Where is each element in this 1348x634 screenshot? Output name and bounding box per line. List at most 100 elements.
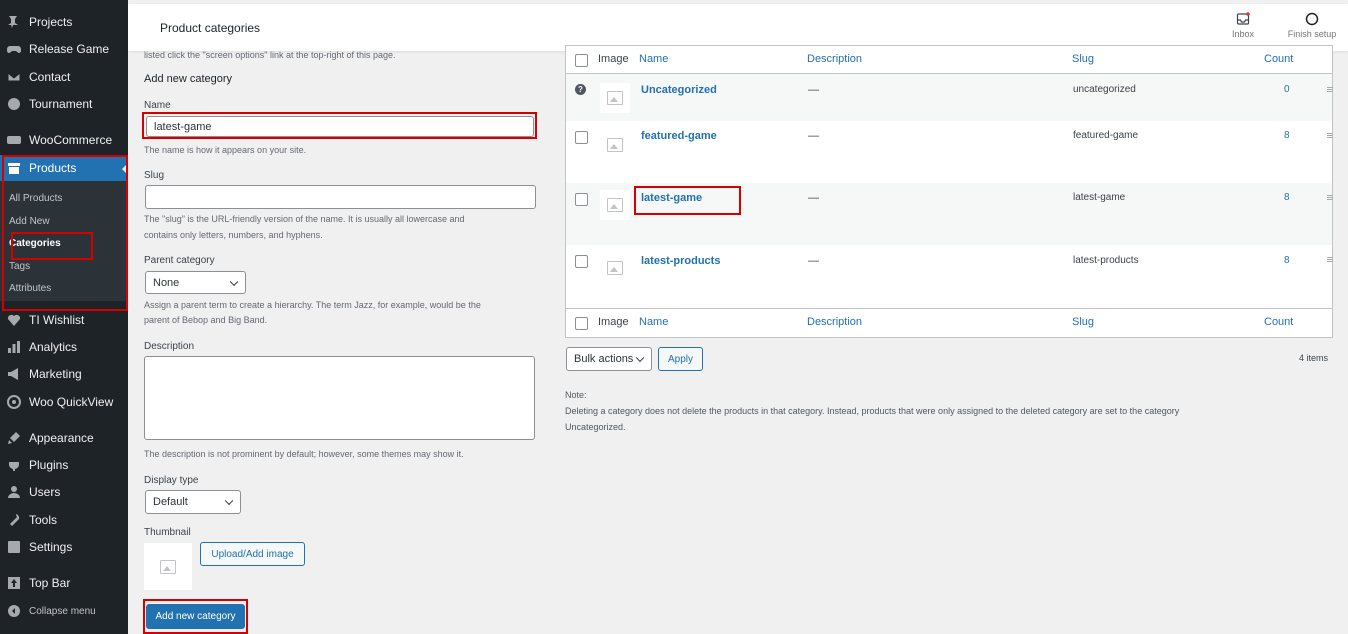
- drag-handle-icon[interactable]: [1327, 257, 1333, 262]
- table-row: ? Uncategorized — uncategorized 0: [566, 74, 1332, 121]
- parent-hint-2: parent of Bebop and Big Band.: [144, 315, 268, 325]
- slug-hint-1: The "slug" is the URL-friendly version o…: [144, 214, 465, 224]
- menu-tools[interactable]: Tools: [0, 508, 128, 532]
- chevron-down-icon: [224, 496, 234, 506]
- menu-woocommerce[interactable]: WooCommerce: [0, 128, 128, 152]
- column-slug-footer[interactable]: Slug: [1072, 316, 1094, 328]
- name-hint: The name is how it appears on your site.: [144, 145, 307, 155]
- menu-analytics[interactable]: Analytics: [0, 335, 128, 359]
- intro-text: listed click the "screen options" link a…: [144, 50, 396, 60]
- column-count[interactable]: Count: [1264, 53, 1293, 65]
- plug-icon: [7, 458, 21, 472]
- column-name[interactable]: Name: [639, 53, 668, 65]
- chevron-down-icon: [635, 353, 645, 363]
- upload-icon: [7, 576, 21, 590]
- description-label: Description: [144, 341, 195, 352]
- category-slug: featured-game: [1073, 130, 1139, 141]
- column-count-footer[interactable]: Count: [1264, 316, 1293, 328]
- image-placeholder-icon: [607, 138, 623, 152]
- page-title: Product categories: [160, 21, 261, 35]
- brush-icon: [7, 431, 21, 445]
- menu-ti-wishlist[interactable]: TI Wishlist: [0, 308, 128, 332]
- name-input[interactable]: latest-game: [146, 116, 534, 137]
- image-placeholder-icon: [607, 198, 623, 212]
- column-image-footer: Image: [598, 316, 629, 328]
- apply-button[interactable]: Apply: [658, 347, 703, 371]
- column-slug[interactable]: Slug: [1072, 53, 1094, 65]
- menu-projects[interactable]: Projects: [0, 10, 128, 34]
- note-text-line1: Deleting a category does not delete the …: [565, 406, 1180, 416]
- category-name-link[interactable]: latest-game: [641, 192, 702, 204]
- table-row: featured-game — featured-game 8: [566, 121, 1332, 183]
- menu-release-game[interactable]: Release Game: [0, 37, 128, 61]
- select-all-checkbox-footer[interactable]: [575, 317, 588, 330]
- category-count-link[interactable]: 0: [1284, 84, 1290, 95]
- category-name-link[interactable]: featured-game: [641, 130, 717, 142]
- archive-icon: [7, 161, 21, 175]
- upload-image-button[interactable]: Upload/Add image: [200, 542, 305, 566]
- submenu-categories[interactable]: Categories: [9, 238, 61, 249]
- row-checkbox[interactable]: [575, 131, 588, 144]
- menu-settings[interactable]: Settings: [0, 535, 128, 559]
- image-placeholder-icon: [607, 261, 623, 275]
- eye-icon: [7, 395, 21, 409]
- pin-icon: [7, 15, 21, 29]
- description-textarea[interactable]: [144, 356, 535, 440]
- submenu-tags[interactable]: Tags: [9, 261, 30, 272]
- row-checkbox[interactable]: [575, 255, 588, 268]
- submenu-attributes[interactable]: Attributes: [9, 283, 51, 294]
- drag-handle-icon[interactable]: [1327, 195, 1333, 200]
- drag-handle-icon[interactable]: [1327, 87, 1333, 92]
- category-count-link[interactable]: 8: [1284, 130, 1290, 141]
- menu-appearance[interactable]: Appearance: [0, 426, 128, 450]
- category-description: —: [808, 255, 819, 267]
- thumbnail-preview: [144, 543, 192, 590]
- collapse-menu-button[interactable]: Collapse menu: [0, 599, 128, 623]
- parent-hint-1: Assign a parent term to create a hierarc…: [144, 300, 481, 310]
- table-header-row: Image Name Description Slug Count: [566, 46, 1332, 74]
- category-thumbnail: [600, 83, 630, 113]
- menu-marketing[interactable]: Marketing: [0, 362, 128, 386]
- submenu-add-new[interactable]: Add New: [9, 216, 50, 227]
- note-title: Note:: [565, 390, 587, 400]
- heart-icon: [7, 313, 21, 327]
- row-checkbox[interactable]: [575, 193, 588, 206]
- submenu-all-products[interactable]: All Products: [9, 193, 62, 204]
- drag-handle-icon[interactable]: [1327, 133, 1333, 138]
- category-count-link[interactable]: 8: [1284, 255, 1290, 266]
- chart-icon: [7, 340, 21, 354]
- finish-setup-button[interactable]: Finish setup: [1284, 12, 1340, 39]
- menu-plugins[interactable]: Plugins: [0, 453, 128, 477]
- category-count-link[interactable]: 8: [1284, 192, 1290, 203]
- inbox-button[interactable]: Inbox: [1228, 12, 1258, 39]
- items-count: 4 items: [1299, 353, 1329, 363]
- active-menu-arrow: [122, 163, 128, 175]
- menu-tournament[interactable]: Tournament: [0, 92, 128, 116]
- category-thumbnail: [600, 130, 630, 160]
- parent-category-label: Parent category: [144, 255, 215, 266]
- settings-icon: [7, 540, 21, 554]
- column-name-footer[interactable]: Name: [639, 316, 668, 328]
- menu-products[interactable]: Products: [0, 155, 128, 181]
- select-all-checkbox[interactable]: [575, 54, 588, 67]
- menu-users[interactable]: Users: [0, 480, 128, 504]
- menu-woo-quickview[interactable]: Woo QuickView: [0, 390, 128, 414]
- slug-hint-2: contains only letters, numbers, and hyph…: [144, 230, 323, 240]
- bulk-actions-select[interactable]: Bulk actions: [566, 347, 652, 371]
- products-submenu: All Products Add New Categories Tags Att…: [0, 181, 128, 301]
- column-description-footer[interactable]: Description: [807, 316, 862, 328]
- slug-input[interactable]: [145, 185, 536, 209]
- menu-contact[interactable]: Contact: [0, 65, 128, 89]
- add-new-category-button[interactable]: Add new category: [146, 604, 245, 629]
- progress-ring-icon: [1305, 12, 1319, 26]
- collapse-icon: [7, 604, 21, 618]
- category-name-link[interactable]: Uncategorized: [641, 84, 717, 96]
- chevron-down-icon: [229, 277, 239, 286]
- menu-top-bar[interactable]: Top Bar: [0, 571, 128, 595]
- parent-category-select[interactable]: None: [145, 271, 246, 294]
- gamepad-icon: [7, 42, 21, 56]
- category-name-link[interactable]: latest-products: [641, 255, 720, 267]
- category-description: —: [808, 84, 819, 96]
- display-type-select[interactable]: Default: [145, 490, 241, 514]
- column-description[interactable]: Description: [807, 53, 862, 65]
